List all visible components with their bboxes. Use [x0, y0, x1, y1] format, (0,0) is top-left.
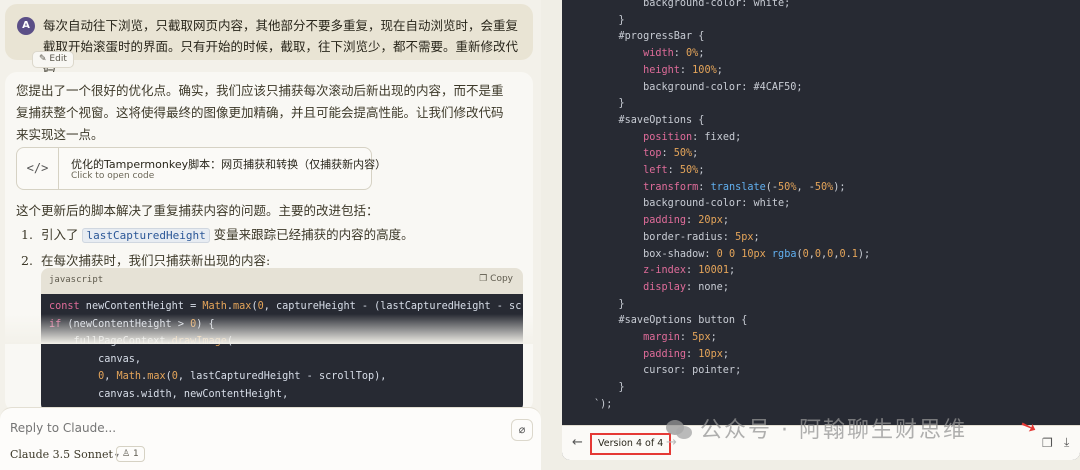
- code-line: position: fixed;: [643, 131, 742, 143]
- code-line: margin: 5px;: [643, 332, 717, 343]
- code-line: background-color: white;: [594, 198, 791, 210]
- version-label: Version 4 of 4: [590, 433, 672, 455]
- edit-label: Edit: [49, 54, 67, 64]
- code-line: #saveOptions button {: [594, 315, 748, 327]
- artifact-footer: ← Version 4 of 4 → 公众号 · 阿翰聊生财思维 ❐ ⤓: [562, 418, 1080, 460]
- copy-code-button[interactable]: ❐ Copy: [479, 274, 513, 284]
- code-line: #progressBar {: [594, 31, 705, 43]
- list-text-before: 引入了: [41, 227, 83, 242]
- code-line: top: 50%;: [643, 148, 699, 160]
- list-text-before: 在每次捕获时，我们只捕获新出现的内容:: [41, 253, 271, 268]
- copy-icon[interactable]: ❐: [1042, 436, 1053, 450]
- artifact-subtitle: Click to open code: [71, 171, 155, 181]
- code-line: transform: translate(-50%, -50%);: [643, 181, 846, 193]
- list-text-after: 变量来跟踪已经捕获的内容的高度。: [209, 227, 414, 242]
- user-message-text: 每次自动往下浏览，只截取网页内容，其他部分不要多重复，现在自动浏览时，会重复截取…: [43, 18, 519, 75]
- code-line: background-color: white;: [594, 0, 791, 9]
- artifact-card[interactable]: </> 优化的Tampermonkey脚本：网页捕获和转换（仅捕获新内容） Cl…: [16, 147, 386, 190]
- watermark-text: 公众号 · 阿翰聊生财思维: [700, 418, 967, 443]
- assistant-message: 您提出了一个很好的优化点。确实，我们应该只捕获每次滚动后新出现的内容，而不是重复…: [5, 72, 533, 412]
- code-line: canvas,: [49, 353, 142, 365]
- copy-label: Copy: [490, 274, 513, 284]
- code-block-body: const newContentHeight = Math.max(0, cap…: [41, 294, 523, 412]
- chat-panel: A 每次自动往下浏览，只截取网页内容，其他部分不要多重复，现在自动浏览时，会重复…: [0, 0, 541, 470]
- reply-composer: ⌀ Claude 3.5 Sonnet▾ ♙ 1: [0, 407, 541, 470]
- download-icon[interactable]: ⤓: [1064, 435, 1069, 450]
- code-line: #saveOptions {: [594, 114, 705, 126]
- code-icon: </>: [17, 148, 59, 189]
- watermark: 公众号 · 阿翰聊生财思维: [666, 412, 967, 444]
- wechat-icon: [666, 418, 694, 440]
- code-line: z-index: 10001;: [643, 265, 736, 277]
- user-avatar: A: [17, 17, 35, 35]
- code-line: }: [594, 298, 625, 310]
- code-block-header: javascript ❐ Copy: [41, 268, 523, 294]
- edit-button[interactable]: ✎ Edit: [32, 51, 74, 68]
- model-name: Claude 3.5 Sonnet: [10, 448, 113, 461]
- code-line: const newContentHeight = Math.max(0, cap…: [49, 301, 523, 312]
- assistant-summary-text: 这个更新后的脚本解决了重复捕获内容的问题。主要的改进包括：: [16, 203, 379, 218]
- code-line: 0, Math.max(0, lastCapturedHeight - scro…: [98, 371, 387, 382]
- code-line: canvas.width, newContentHeight,: [49, 388, 289, 400]
- code-line: cursor: pointer;: [594, 365, 742, 377]
- user-icon: ♙: [122, 449, 133, 459]
- list-number: 2.: [21, 253, 33, 268]
- code-line: }: [594, 382, 625, 394]
- reply-input[interactable]: [10, 421, 410, 435]
- list-item: 1. 引入了 lastCapturedHeight 变量来跟踪已经捕获的内容的高度…: [21, 224, 414, 243]
- code-line: }: [594, 14, 625, 26]
- artifact-title: 优化的Tampermonkey脚本：网页捕获和转换（仅捕获新内容）: [71, 158, 387, 171]
- code-line: border-radius: 5px;: [594, 231, 760, 243]
- code-line: padding: 10px;: [643, 348, 729, 360]
- pencil-icon: ✎: [39, 54, 47, 64]
- artifact-code-panel: background-color: white; } #progressBar …: [562, 0, 1080, 460]
- model-selector[interactable]: Claude 3.5 Sonnet ▾: [10, 448, 119, 461]
- code-line: width: 0%;: [643, 48, 705, 60]
- inline-code: lastCapturedHeight: [82, 228, 210, 243]
- user-message: A 每次自动往下浏览，只截取网页内容，其他部分不要多重复，现在自动浏览时，会重复…: [5, 4, 533, 75]
- scroll-fade: [0, 314, 541, 344]
- previous-version-button[interactable]: ←: [572, 435, 583, 450]
- list-item: 2. 在每次捕获时，我们只捕获新出现的内容:: [21, 250, 270, 269]
- code-line: left: 50%;: [643, 165, 705, 176]
- assistant-intro-text: 您提出了一个很好的优化点。确实，我们应该只捕获每次滚动后新出现的内容，而不是重复…: [16, 83, 504, 142]
- code-line: `);: [594, 398, 613, 410]
- code-line: padding: 20px;: [643, 215, 729, 227]
- code-line: background-color: #4CAF50;: [594, 81, 803, 93]
- code-line: display: none;: [643, 281, 729, 293]
- code-line: box-shadow: 0 0 10px rgba(0,0,0,0.1);: [594, 248, 871, 260]
- paperclip-icon[interactable]: ⌀: [511, 419, 533, 441]
- code-line: height: 100%;: [643, 64, 723, 76]
- style-button[interactable]: ♙ 1: [116, 446, 145, 462]
- list-number: 1.: [21, 227, 33, 242]
- code-language-label: javascript: [49, 275, 104, 285]
- code-line: }: [594, 98, 625, 110]
- style-count: 1: [132, 449, 139, 459]
- copy-icon: ❐: [479, 274, 491, 284]
